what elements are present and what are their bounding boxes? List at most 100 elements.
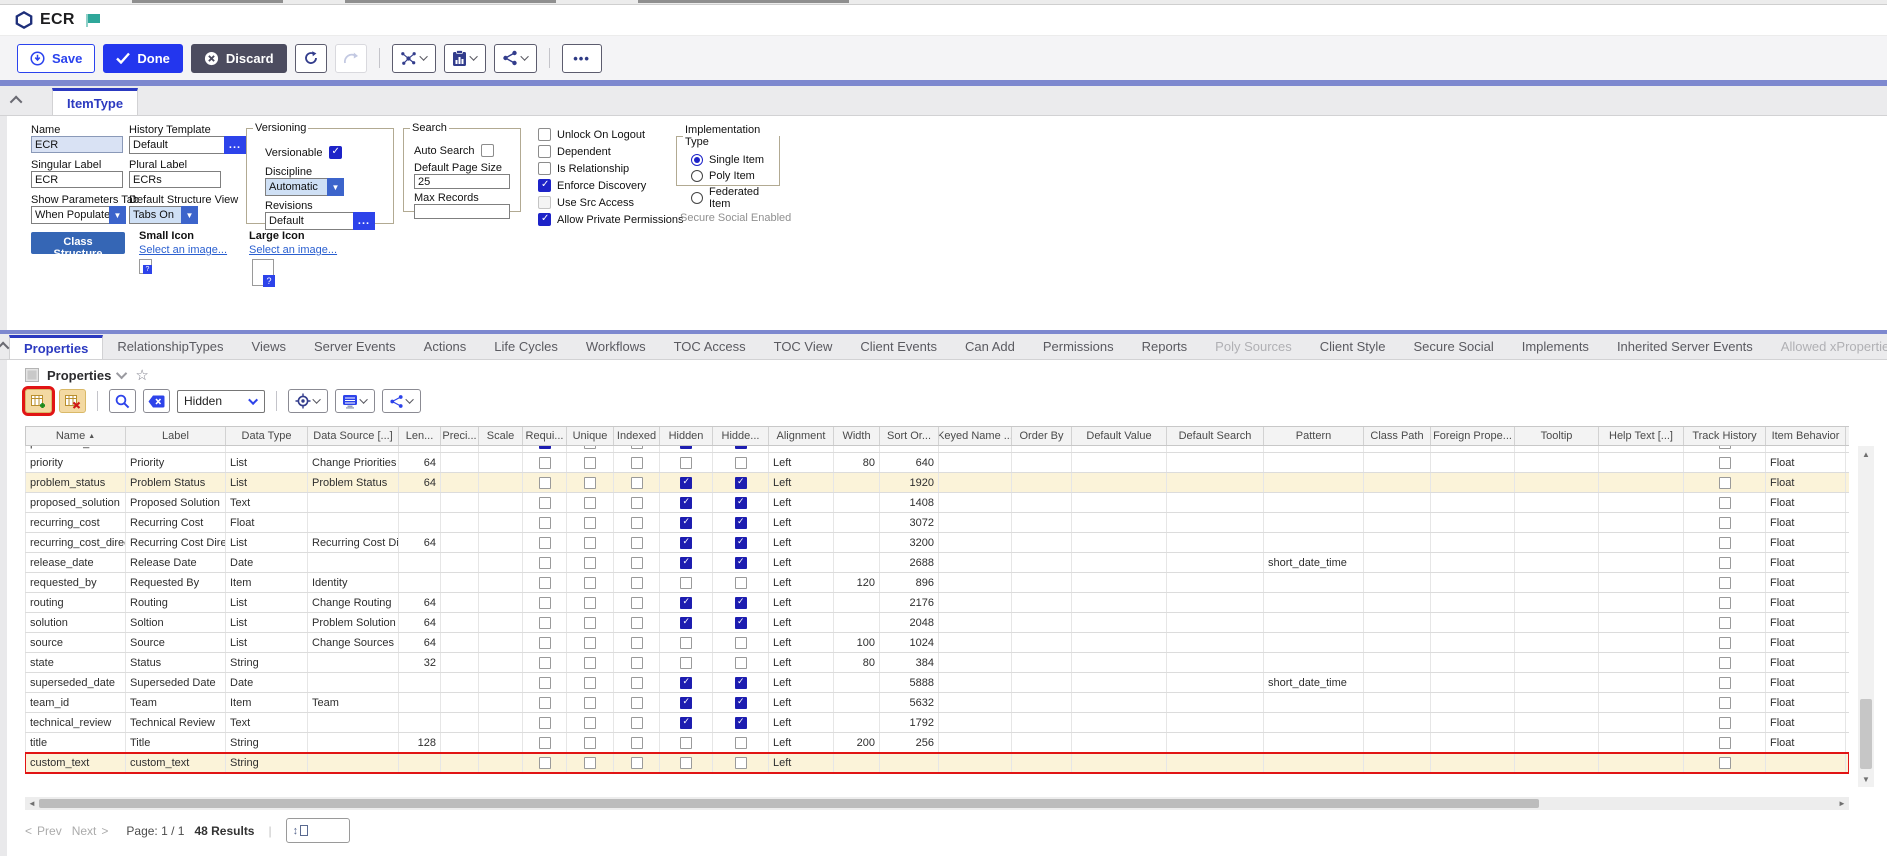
vertical-scroll-thumb[interactable] [1860,699,1872,769]
column-header-foreign-prope[interactable]: Foreign Prope... [1431,427,1515,445]
cell-width[interactable] [834,713,880,732]
cell-name[interactable]: custom_text [25,753,126,772]
flag-checkbox[interactable] [538,213,551,226]
cell-item-behavior[interactable]: Float [1766,693,1846,712]
horizontal-scrollbar[interactable]: ◄ ► [25,797,1849,810]
cell-foreign-property[interactable] [1431,513,1515,532]
cell-help-text[interactable] [1599,633,1684,652]
cell-help-text[interactable] [1599,446,1684,452]
indexed-checkbox[interactable] [631,457,643,469]
cell-len[interactable] [399,693,441,712]
hidden-checkbox[interactable] [680,677,692,689]
column-header-requi[interactable]: Requi... [523,427,567,445]
property-row-permission_id[interactable]: permission_idPermissionItemPermissionLef… [25,446,1849,453]
cell-scale[interactable] [479,446,523,452]
cell-item-behavior[interactable]: Float [1766,453,1846,472]
cell-class-path[interactable] [1364,573,1431,592]
cell-default-search[interactable] [1167,593,1264,612]
track-history-checkbox[interactable] [1719,617,1731,629]
cell-tooltip[interactable] [1515,453,1599,472]
cell-name[interactable]: proposed_solution [25,493,126,512]
item-picker-ellipsis-icon[interactable]: ... [224,136,246,154]
cell-name[interactable]: routing [25,593,126,612]
done-button[interactable]: Done [103,44,183,73]
cell-alignment[interactable]: Left [769,593,834,612]
max-records-field[interactable] [414,204,510,219]
cell-data-source[interactable]: Problem Solution [308,613,399,632]
track-history-checkbox[interactable] [1719,517,1731,529]
required-checkbox[interactable] [539,477,551,489]
cell-pattern[interactable] [1264,513,1364,532]
tab-toc-access[interactable]: TOC Access [660,334,760,359]
column-header-preci[interactable]: Preci... [441,427,479,445]
cell-keyed-name[interactable] [939,446,1012,452]
cell-pattern[interactable] [1264,593,1364,612]
cell-scale[interactable] [479,633,523,652]
cell-default-search[interactable] [1167,573,1264,592]
indexed-checkbox[interactable] [631,717,643,729]
cell-item-behavior[interactable]: Float [1766,633,1846,652]
cell-data-type[interactable]: List [226,473,308,492]
cell-data-source[interactable] [308,733,399,752]
track-history-checkbox[interactable] [1719,497,1731,509]
cell-alignment[interactable]: Left [769,453,834,472]
cell-alignment[interactable]: Left [769,733,834,752]
cell-order-by[interactable] [1012,553,1072,572]
cell-alignment[interactable]: Left [769,573,834,592]
cell-width[interactable] [834,593,880,612]
chevron-down-icon[interactable] [116,368,127,379]
cell-order-by[interactable] [1012,713,1072,732]
cell-data-type[interactable]: Date [226,553,308,572]
cell-scale[interactable] [479,593,523,612]
cell-foreign-property[interactable] [1431,653,1515,672]
cell-foreign-property[interactable] [1431,713,1515,732]
cell-len[interactable]: 64 [399,453,441,472]
required-checkbox[interactable] [539,757,551,769]
grid-share-menu-button[interactable] [382,389,421,413]
radio-button[interactable] [691,154,703,166]
cell-sort-order[interactable]: 2688 [880,553,939,572]
cell-foreign-property[interactable] [1431,673,1515,692]
column-header-help-text[interactable]: Help Text [...] [1599,427,1684,445]
cell-help-text[interactable] [1599,673,1684,692]
cell-class-path[interactable] [1364,693,1431,712]
cell-pattern[interactable] [1264,713,1364,732]
cell-sort-order[interactable]: 3072 [880,513,939,532]
collapse-form-panel-icon[interactable] [0,86,34,115]
hidden2-checkbox[interactable] [735,517,747,529]
tab-itemtype[interactable]: ItemType [52,88,138,115]
property-row-priority[interactable]: priorityPriorityListChange Priorities64L… [25,453,1849,473]
indexed-checkbox[interactable] [631,577,643,589]
cell-help-text[interactable] [1599,513,1684,532]
cell-data-type[interactable]: Item [226,693,308,712]
cell-keyed-name[interactable] [939,493,1012,512]
cell-default-search[interactable] [1167,493,1264,512]
cell-scale[interactable] [479,533,523,552]
cell-label[interactable]: Priority [126,453,226,472]
save-button[interactable]: Save [17,44,95,73]
cell-label[interactable]: Status [126,653,226,672]
cell-item-behavior[interactable]: Float [1766,613,1846,632]
singular-label-field[interactable] [31,171,123,188]
tab-workflows[interactable]: Workflows [572,334,660,359]
tab-views[interactable]: Views [238,334,300,359]
cell-len[interactable]: 64 [399,533,441,552]
cell-name[interactable]: team_id [25,693,126,712]
cell-order-by[interactable] [1012,753,1072,772]
cell-order-by[interactable] [1012,593,1072,612]
cell-sort-order[interactable]: 1792 [880,713,939,732]
cell-keyed-name[interactable] [939,693,1012,712]
tab-actions[interactable]: Actions [410,334,481,359]
cell-keyed-name[interactable] [939,633,1012,652]
indexed-checkbox[interactable] [631,597,643,609]
property-row-solution[interactable]: solutionSoltionListProblem Solution64Lef… [25,613,1849,633]
required-checkbox[interactable] [539,446,551,449]
cell-data-source[interactable] [308,753,399,772]
unique-checkbox[interactable] [584,537,596,549]
cell-default-value[interactable] [1072,533,1167,552]
cell-help-text[interactable] [1599,613,1684,632]
cell-class-path[interactable] [1364,453,1431,472]
track-history-checkbox[interactable] [1719,757,1731,769]
cell-width[interactable]: 80 [834,653,880,672]
cell-len[interactable]: 32 [399,653,441,672]
